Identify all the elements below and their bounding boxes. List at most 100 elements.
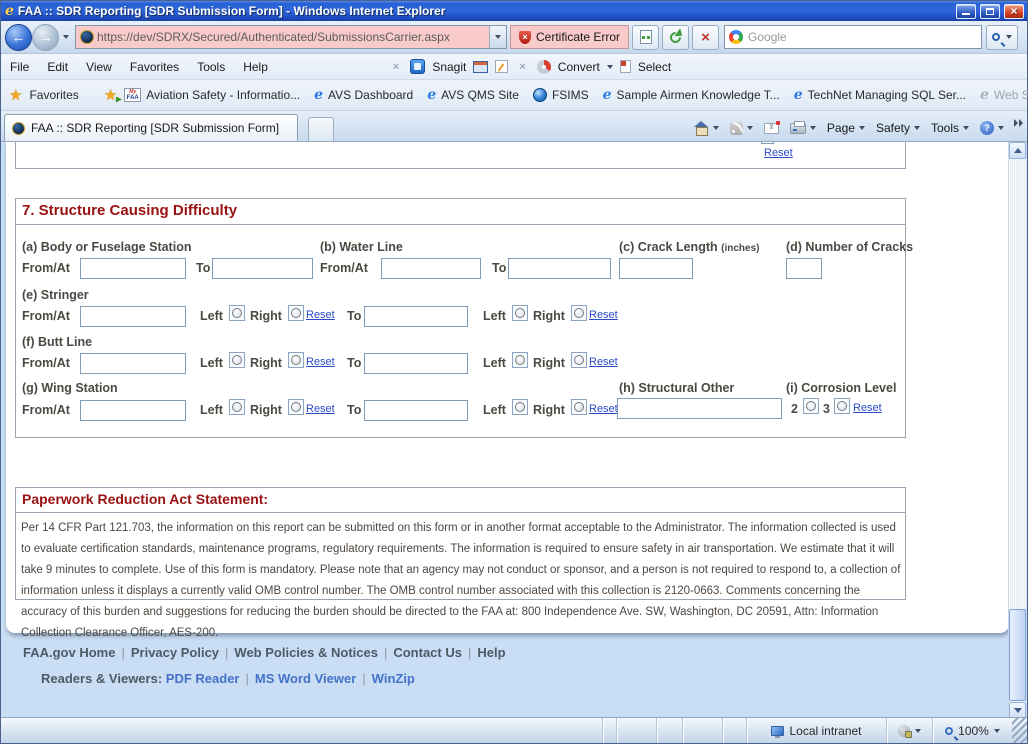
footer-link-contact[interactable]: Contact Us [393, 645, 462, 660]
favorite-item-sample-airmen[interactable]: e Sample Airmen Knowledge T... [596, 88, 787, 102]
footer-link-faa-home[interactable]: FAA.gov Home [23, 645, 115, 660]
wingstation-to-left-radio[interactable] [512, 399, 528, 415]
buttline-from-left-radio[interactable] [229, 352, 245, 368]
buttline-from-input[interactable] [80, 353, 186, 374]
footer-link-pdf-reader[interactable]: PDF Reader [166, 671, 240, 686]
favorite-item-technet[interactable]: e TechNet Managing SQL Ser... [787, 88, 973, 102]
wingstation-from-left-radio[interactable] [229, 399, 245, 415]
select-button[interactable]: Select [638, 60, 671, 74]
previous-section-checkbox[interactable] [761, 142, 774, 144]
wingstation-to-input[interactable] [364, 400, 468, 421]
feeds-button[interactable] [726, 120, 757, 137]
snagit-window-icon[interactable] [473, 61, 488, 73]
menu-view[interactable]: View [77, 56, 121, 78]
add-favorite-icon[interactable]: ★▸ [104, 86, 117, 104]
protected-mode-button[interactable] [886, 718, 932, 743]
corrosion-level-2-radio[interactable] [803, 398, 819, 414]
buttline-from-right-radio[interactable] [288, 352, 304, 368]
crack-length-input[interactable] [619, 258, 693, 279]
stringer-to-right-radio[interactable] [571, 305, 587, 321]
search-input[interactable] [748, 30, 977, 44]
buttline-to-reset-link[interactable]: Reset [589, 356, 618, 368]
waterline-from-input[interactable] [381, 258, 481, 279]
scrollbar-thumb[interactable] [1009, 609, 1026, 701]
zoom-dropdown-icon[interactable] [994, 729, 1000, 733]
footer-link-ms-word-viewer[interactable]: MS Word Viewer [255, 671, 356, 686]
refresh-button[interactable] [662, 25, 689, 50]
stringer-from-input[interactable] [80, 306, 186, 327]
buttline-to-input[interactable] [364, 353, 468, 374]
stop-button[interactable]: × [692, 25, 719, 50]
scroll-down-button[interactable] [1009, 702, 1026, 717]
wingstation-to-reset-link[interactable]: Reset [589, 403, 618, 415]
read-mail-button[interactable] [760, 121, 783, 136]
menu-help[interactable]: Help [234, 56, 277, 78]
footer-link-privacy[interactable]: Privacy Policy [131, 645, 219, 660]
fuselage-from-input[interactable] [80, 258, 186, 279]
stringer-from-reset-link[interactable]: Reset [306, 309, 335, 321]
resize-grip[interactable] [1012, 718, 1027, 743]
back-button[interactable]: ← [5, 24, 32, 51]
favorite-item-aviation-safety[interactable]: MyFAA Aviation Safety - Informatio... [117, 88, 307, 102]
tab-sdr-reporting[interactable]: FAA :: SDR Reporting [SDR Submission For… [4, 114, 298, 141]
menu-edit[interactable]: Edit [38, 56, 77, 78]
buttline-from-reset-link[interactable]: Reset [306, 356, 335, 368]
address-dropdown-button[interactable] [489, 26, 506, 48]
footer-link-help[interactable]: Help [477, 645, 505, 660]
convert-button[interactable]: Convert [558, 60, 600, 74]
corrosion-level-3-radio[interactable] [834, 398, 850, 414]
wingstation-to-right-radio[interactable] [571, 399, 587, 415]
print-button[interactable] [786, 121, 820, 136]
close-button[interactable] [1004, 4, 1024, 19]
help-menu-button[interactable]: ? [976, 119, 1008, 137]
favorite-item-avs-qms[interactable]: e AVS QMS Site [420, 88, 526, 102]
buttline-to-left-radio[interactable] [512, 352, 528, 368]
recent-pages-dropdown-icon[interactable] [63, 35, 69, 39]
favorite-item-fsims[interactable]: FSIMS [526, 88, 596, 102]
safety-menu-button[interactable]: Safety [872, 119, 924, 137]
close-snagit-toolbar-icon[interactable]: × [389, 61, 403, 73]
stringer-to-reset-link[interactable]: Reset [589, 309, 618, 321]
compatibility-view-button[interactable] [632, 25, 659, 50]
new-tab-button[interactable] [308, 117, 334, 141]
forward-button[interactable]: → [32, 24, 59, 51]
footer-link-winzip[interactable]: WinZip [372, 671, 415, 686]
stringer-to-input[interactable] [364, 306, 468, 327]
certificate-error-badge[interactable]: Certificate Error [510, 25, 629, 49]
structural-other-input[interactable] [617, 398, 782, 419]
stringer-from-right-radio[interactable] [288, 305, 304, 321]
num-cracks-input[interactable] [786, 258, 822, 279]
vertical-scrollbar[interactable] [1008, 142, 1026, 717]
snagit-button[interactable]: Snagit [432, 60, 466, 74]
search-button[interactable] [986, 25, 1018, 50]
close-adobe-toolbar-icon[interactable]: × [515, 61, 529, 73]
home-button[interactable] [690, 120, 723, 136]
snagit-profile-icon[interactable] [495, 60, 508, 73]
search-options-dropdown-icon[interactable] [1006, 35, 1012, 39]
wingstation-from-right-radio[interactable] [288, 399, 304, 415]
previous-section-reset-link[interactable]: Reset [764, 147, 793, 159]
favorites-button[interactable]: Favorites [22, 88, 85, 102]
favorite-item-avs-dashboard[interactable]: e AVS Dashboard [307, 88, 420, 102]
address-input[interactable] [94, 30, 489, 44]
menu-favorites[interactable]: Favorites [121, 56, 188, 78]
scroll-up-button[interactable] [1009, 142, 1026, 159]
search-box[interactable] [724, 25, 982, 49]
convert-dropdown-icon[interactable] [607, 65, 613, 69]
address-bar[interactable] [75, 25, 507, 49]
fuselage-to-input[interactable] [212, 258, 313, 279]
restore-button[interactable] [980, 4, 1000, 19]
minimize-button[interactable] [956, 4, 976, 19]
stringer-to-left-radio[interactable] [512, 305, 528, 321]
favorite-item-web-slice-gallery[interactable]: e Web Slice Gallery [973, 88, 1028, 102]
wingstation-from-input[interactable] [80, 400, 186, 421]
footer-link-web-policies[interactable]: Web Policies & Notices [234, 645, 378, 660]
tools-menu-button[interactable]: Tools [927, 119, 973, 137]
buttline-to-right-radio[interactable] [571, 352, 587, 368]
corrosion-reset-link[interactable]: Reset [853, 402, 882, 414]
waterline-to-input[interactable] [508, 258, 611, 279]
menu-tools[interactable]: Tools [188, 56, 234, 78]
menu-file[interactable]: File [1, 56, 38, 78]
toolbar-overflow-icon[interactable] [1014, 119, 1023, 127]
wingstation-from-reset-link[interactable]: Reset [306, 403, 335, 415]
